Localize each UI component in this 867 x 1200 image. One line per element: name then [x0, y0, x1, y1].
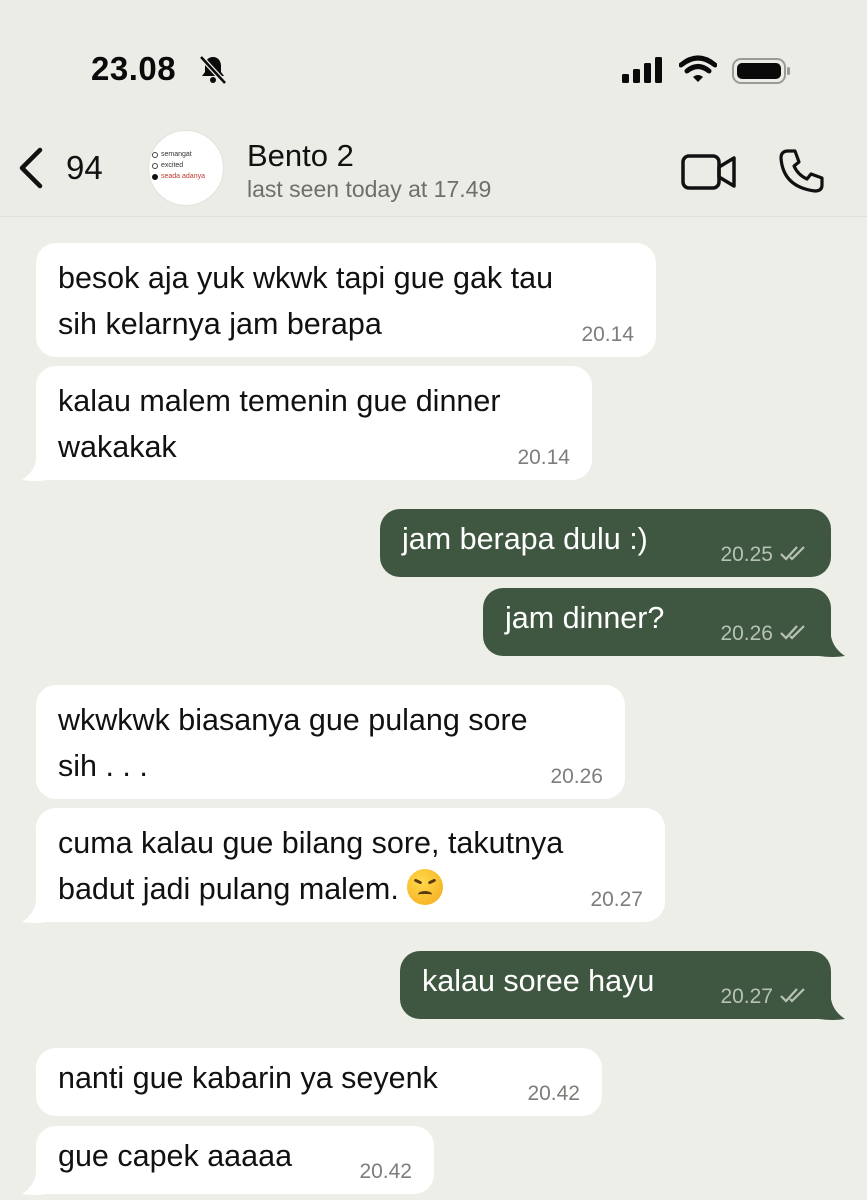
unread-count[interactable]: 94 — [66, 149, 103, 187]
message-text: besok aja yuk wkwk tapi gue gak tau sih … — [58, 261, 554, 341]
message-text: cuma kalau gue bilang sore, takutnya bad… — [58, 826, 564, 906]
video-call-icon[interactable] — [680, 152, 738, 197]
cellular-signal-icon — [622, 57, 664, 88]
bubble-tail — [22, 460, 48, 481]
last-seen-status: last seen today at 17.49 — [247, 176, 492, 202]
message-text: nanti gue kabarin ya seyenk — [58, 1061, 438, 1095]
bubble-tail — [819, 636, 845, 657]
message-time: 20.27 — [720, 985, 809, 1009]
persevering-face-emoji-icon — [406, 869, 443, 905]
message-time: 20.14 — [581, 323, 634, 346]
bubble-tail — [22, 1174, 48, 1195]
bubble-tail — [819, 999, 845, 1020]
message-bubble-incoming[interactable]: nanti gue kabarin ya seyenk 20.42 — [36, 1048, 602, 1116]
message-bubble-outgoing[interactable]: kalau soree hayu 20.27 — [400, 951, 831, 1019]
message-bubble-incoming[interactable]: wkwkwk biasanya gue pulang sore sih . . … — [36, 685, 625, 799]
message-time: 20.26 — [720, 622, 809, 646]
contact-name[interactable]: Bento 2 — [247, 138, 354, 174]
chat-header: 94 semangat excited seada adanya Bento 2… — [0, 118, 867, 217]
message-bubble-incoming[interactable]: besok aja yuk wkwk tapi gue gak tau sih … — [36, 243, 656, 357]
message-time: 20.42 — [359, 1160, 412, 1183]
read-receipt-icon — [779, 543, 809, 567]
battery-icon — [732, 58, 792, 89]
message-time: 20.25 — [720, 543, 809, 567]
message-text: kalau malem temenin gue dinner wakakak — [58, 384, 501, 464]
message-bubble-outgoing[interactable]: jam berapa dulu :) 20.25 — [380, 509, 831, 577]
avatar-option-selected: seada adanya — [152, 173, 205, 180]
read-receipt-icon — [779, 622, 809, 646]
message-time: 20.14 — [517, 446, 570, 469]
message-time: 20.26 — [550, 765, 603, 788]
message-bubble-outgoing[interactable]: jam dinner? 20.26 — [483, 588, 831, 656]
phone-call-icon[interactable] — [778, 148, 826, 199]
message-time: 20.27 — [590, 888, 643, 911]
message-time: 20.42 — [527, 1082, 580, 1105]
bell-muted-icon — [198, 54, 228, 91]
status-time: 23.08 — [91, 50, 177, 87]
message-text: wkwkwk biasanya gue pulang sore sih . . … — [58, 703, 528, 783]
back-chevron-icon[interactable] — [16, 146, 46, 195]
message-bubble-incoming[interactable]: cuma kalau gue bilang sore, takutnya bad… — [36, 808, 665, 922]
bubble-tail — [22, 902, 48, 923]
message-bubble-incoming[interactable]: kalau malem temenin gue dinner wakakak 2… — [36, 366, 592, 480]
message-bubble-incoming[interactable]: gue capek aaaaa 20.42 — [36, 1126, 434, 1194]
contact-avatar[interactable]: semangat excited seada adanya — [148, 130, 224, 206]
avatar-option: excited — [152, 162, 183, 169]
status-bar: 23.08 — [0, 0, 867, 118]
wifi-icon — [678, 55, 718, 88]
avatar-option: semangat — [152, 151, 192, 158]
read-receipt-icon — [779, 985, 809, 1009]
